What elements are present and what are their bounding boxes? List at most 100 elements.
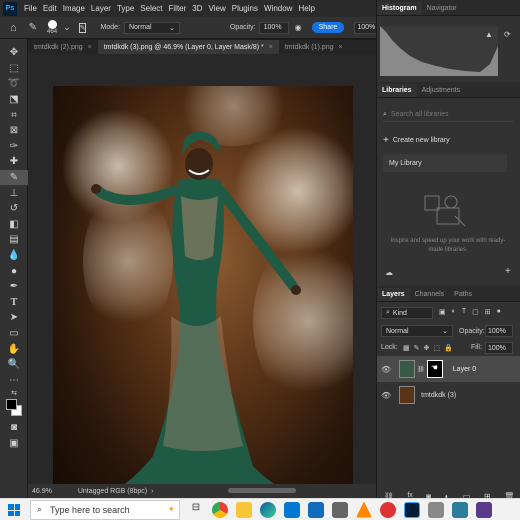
layer-mask-thumbnail[interactable]: ☚ (426, 360, 443, 378)
layer-row[interactable]: 👁 tmtdkdk (3) (377, 382, 520, 408)
vlc-icon[interactable] (356, 501, 372, 518)
blend-mode-dropdown[interactable]: Normal ⌄ (381, 325, 453, 337)
lock-position-icon[interactable]: ✥ (424, 344, 430, 352)
menu-image[interactable]: Image (60, 4, 88, 13)
lock-all-icon[interactable]: 🔒 (444, 344, 453, 352)
eyedropper-tool-icon[interactable]: ✑ (0, 139, 28, 155)
file-explorer-icon[interactable] (236, 501, 252, 518)
app-icon[interactable] (332, 501, 348, 518)
zoom-level[interactable]: 46.9% (32, 488, 52, 495)
opacity-field[interactable]: 100% (258, 21, 289, 34)
brush-tool-icon[interactable]: ✎ (0, 169, 28, 186)
taskbar-search-input[interactable]: ⌕ Type here to search ✦ (30, 499, 180, 520)
edge-icon[interactable] (260, 501, 276, 518)
pixel-filter-icon[interactable]: ▣ (439, 308, 446, 316)
store-icon[interactable] (284, 501, 300, 518)
mail-icon[interactable] (308, 501, 324, 518)
layer-thumbnail[interactable] (399, 386, 416, 404)
blur-tool-icon[interactable]: 💧 (0, 248, 28, 264)
rectangle-tool-icon[interactable]: ▭ (0, 326, 28, 342)
visibility-eye-icon[interactable]: 👁 (381, 391, 391, 400)
menu-window[interactable]: Window (261, 4, 295, 13)
move-tool-icon[interactable]: ✥ (0, 45, 28, 61)
refresh-icon[interactable]: ⟳ (504, 30, 511, 39)
tab-adjustments[interactable]: Adjustments (417, 84, 466, 97)
horizontal-scrollbar[interactable] (228, 488, 296, 493)
swap-colors-icon[interactable]: ⇆ (0, 388, 28, 398)
filter-toggle-icon[interactable]: ● (497, 308, 501, 316)
lock-pixels-icon[interactable]: ▦ (403, 344, 410, 352)
canvas-area[interactable] (28, 54, 376, 516)
foreground-color-swatch[interactable] (6, 399, 17, 411)
fill-field[interactable]: 100% (485, 342, 513, 354)
library-item[interactable]: My Library (383, 154, 507, 172)
menu-view[interactable]: View (206, 4, 229, 13)
tab-document-3[interactable]: tmtdkdk (1).png × (279, 40, 349, 54)
brush-tool-icon[interactable]: ✎ (29, 22, 37, 33)
pressure-opacity-icon[interactable]: ◉ (295, 23, 302, 32)
document-image[interactable] (53, 86, 353, 516)
brush-preset-picker[interactable]: 464 (47, 20, 57, 35)
tab-libraries[interactable]: Libraries (377, 84, 417, 97)
smart-object-filter-icon[interactable]: ⊞ (485, 308, 491, 316)
home-icon[interactable]: ⌂ (10, 22, 17, 34)
layer-opacity-field[interactable]: 100% (485, 325, 513, 337)
color-profile[interactable]: Untagged RGB (8bpc) (78, 488, 147, 495)
frame-tool-icon[interactable]: ⊠ (0, 123, 28, 139)
more-tools-icon[interactable]: ⋯ (0, 372, 28, 388)
tab-paths[interactable]: Paths (449, 288, 477, 301)
clone-stamp-tool-icon[interactable]: ⊥ (0, 185, 28, 201)
pen-tool-icon[interactable]: ✒ (0, 279, 28, 295)
layer-filter-dropdown[interactable]: ⌕ Kind (381, 307, 433, 319)
menu-help[interactable]: Help (295, 4, 317, 13)
shape-filter-icon[interactable]: ▢ (472, 308, 479, 316)
tab-navigator[interactable]: Navigator (422, 2, 462, 15)
tab-histogram[interactable]: Histogram (377, 2, 422, 15)
mask-link-icon[interactable]: ⛓ (417, 366, 425, 373)
library-search-field[interactable]: ⌕ Search all libraries (383, 108, 513, 122)
photoshop-taskbar-icon[interactable] (404, 501, 420, 518)
layer-name[interactable]: tmtdkdk (3) (421, 392, 456, 399)
screen-mode-icon[interactable]: ▣ (0, 436, 28, 452)
type-filter-icon[interactable]: T (462, 308, 466, 316)
menu-select[interactable]: Select (137, 4, 165, 13)
chrome-icon[interactable] (212, 501, 228, 518)
app-icon[interactable] (380, 501, 396, 518)
lock-artboard-icon[interactable]: ⬚ (433, 344, 440, 352)
path-selection-tool-icon[interactable]: ➤ (0, 310, 28, 326)
task-view-icon[interactable]: ⊟ (188, 502, 204, 518)
tab-channels[interactable]: Channels (410, 288, 450, 301)
mode-dropdown[interactable]: Normal ⌄ (123, 21, 180, 34)
app-icon[interactable] (428, 501, 444, 518)
close-tab-icon[interactable]: × (269, 44, 273, 51)
hand-tool-icon[interactable]: ✋ (0, 341, 28, 357)
quick-mask-icon[interactable]: ◙ (0, 420, 28, 436)
menu-plugins[interactable]: Plugins (229, 4, 261, 13)
create-library-button[interactable]: + Create new library (383, 135, 450, 146)
eraser-tool-icon[interactable]: ◧ (0, 217, 28, 233)
layer-name[interactable]: Layer 0 (453, 366, 476, 373)
layer-thumbnail[interactable] (399, 360, 416, 378)
windows-start-icon[interactable] (8, 504, 20, 516)
cloud-icon[interactable]: ☁ (385, 268, 393, 277)
menu-3d[interactable]: 3D (189, 4, 205, 13)
history-brush-tool-icon[interactable]: ↺ (0, 201, 28, 217)
menu-type[interactable]: Type (114, 4, 137, 13)
lasso-tool-icon[interactable]: ➰ (0, 76, 28, 92)
warning-icon[interactable]: ▲ (485, 30, 493, 39)
adjustment-filter-icon[interactable]: ◐ (452, 308, 456, 316)
lock-paint-icon[interactable]: ✎ (414, 344, 420, 352)
zoom-tool-icon[interactable]: 🔍 (0, 357, 28, 373)
tab-layers[interactable]: Layers (377, 288, 410, 301)
share-button[interactable]: Share (311, 22, 345, 33)
menu-edit[interactable]: Edit (40, 4, 60, 13)
dodge-tool-icon[interactable]: ● (0, 263, 28, 279)
layer-row[interactable]: 👁 ⛓ ☚ Layer 0 (377, 356, 520, 382)
menu-layer[interactable]: Layer (88, 4, 114, 13)
close-tab-icon[interactable]: × (338, 44, 342, 51)
brush-settings-icon[interactable]: ⌄ (63, 22, 71, 33)
tab-document-2[interactable]: tmtdkdk (3).png @ 46.9% (Layer 0, Layer … (97, 40, 279, 54)
gradient-tool-icon[interactable]: ▤ (0, 232, 28, 248)
tab-document-1[interactable]: tmtdkdk (2).png × (28, 40, 98, 54)
menu-filter[interactable]: Filter (166, 4, 190, 13)
